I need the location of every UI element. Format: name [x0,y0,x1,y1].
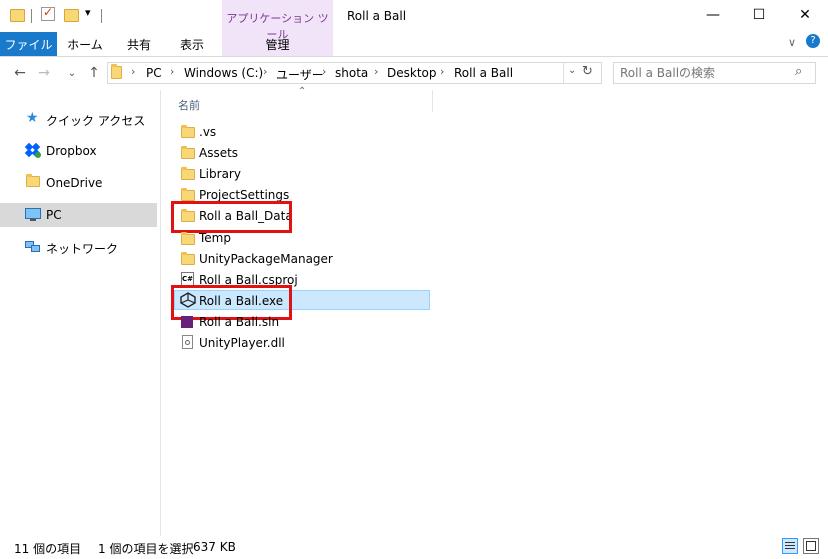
folder-icon [181,125,195,138]
folder-icon [181,188,195,201]
nav-item-label: クイック アクセス [46,114,146,128]
sort-ascending-icon: ⌃ [298,86,307,97]
tab-manage[interactable]: 管理 [222,32,333,56]
close-icon: ✕ [799,7,811,23]
breadcrumb-separator: › [263,65,268,78]
separator [101,9,102,23]
file-name: Assets [199,146,239,160]
pc-icon [25,208,41,221]
nav-item-pc[interactable] [0,203,157,227]
tab-file[interactable]: ファイル [0,32,57,56]
help-icon[interactable]: ? [806,34,820,48]
file-name: Library [199,167,241,181]
breadcrumb-separator: › [440,65,445,78]
status-item-count: 11 個の項目 [14,542,82,556]
separator [31,9,32,23]
column-divider[interactable] [432,90,433,112]
minimize-button[interactable]: — [690,0,736,30]
folder-icon [26,174,40,187]
properties-icon[interactable]: ✓ [41,5,55,21]
breadcrumb-separator: › [131,65,136,78]
new-folder-icon[interactable] [64,9,79,22]
refresh-icon[interactable]: ↻ [582,64,593,79]
nav-item-label: ネットワーク [46,242,119,256]
nav-item-label: Dropbox [46,144,97,158]
maximize-icon: ☐ [752,7,766,23]
forward-arrow-icon: → [38,65,50,81]
tab-view[interactable]: 表示 [170,32,214,56]
large-icons-view-button[interactable] [803,538,819,554]
file-name: Temp [199,231,231,245]
close-button[interactable]: ✕ [782,0,828,30]
folder-icon [181,252,195,265]
folder-icon [181,146,195,159]
folder-icon [181,232,195,245]
breadcrumb-desktop[interactable]: Desktop [387,66,437,80]
expand-ribbon-icon[interactable]: ∨ [788,36,796,49]
breadcrumb-roll-a-ball[interactable]: Roll a Ball [454,66,513,80]
customize-quick-access-icon[interactable]: ▾ [85,6,91,19]
address-history-chevron-icon[interactable]: ⌄ [568,65,576,76]
folder-icon [181,167,195,180]
chevron-down-icon: ⌄ [67,67,77,79]
file-name: UnityPlayer.dll [199,336,285,350]
divider [563,63,564,83]
breadcrumb-separator: › [170,65,175,78]
breadcrumb-separator: › [374,65,379,78]
up-button[interactable]: ↑ [84,64,104,82]
dropbox-icon [24,142,41,158]
file-name: ProjectSettings [199,188,290,202]
recent-locations-button[interactable]: ⌄ [62,64,82,82]
breadcrumb-windows[interactable]: Windows (C:) [184,66,263,80]
forward-button[interactable]: → [34,64,54,82]
network-icon [25,239,41,253]
back-button[interactable]: ← [10,64,30,82]
star-icon: ★ [26,110,39,126]
search-input[interactable] [620,64,790,81]
status-size: 637 KB [193,540,236,554]
maximize-button[interactable]: ☐ [736,0,782,30]
details-view-button[interactable] [782,538,798,554]
minimize-icon: — [706,7,720,23]
breadcrumb-shota[interactable]: shota [335,66,368,80]
dll-file-icon [182,335,193,349]
tab-home[interactable]: ホーム [63,32,107,56]
file-name: Roll a Ball.sln [199,315,280,329]
nav-item-label: OneDrive [46,176,103,190]
file-name: .vs [199,125,217,139]
window-title: Roll a Ball [347,9,407,23]
column-header-name[interactable]: 名前 [178,97,200,113]
tab-share[interactable]: 共有 [117,32,161,56]
breadcrumb-separator: › [322,65,327,78]
back-arrow-icon: ← [14,65,26,81]
nav-item-label: PC [46,208,62,222]
folder-icon[interactable] [10,9,25,22]
search-icon[interactable]: ⌕ [795,64,802,79]
file-name: UnityPackageManager [199,252,333,266]
up-arrow-icon: ↑ [88,65,100,81]
status-selection: 1 個の項目を選択 [98,542,194,556]
visual-studio-icon [181,316,193,328]
breadcrumb-pc[interactable]: PC [146,66,162,80]
csharp-file-icon: C# [181,272,194,286]
address-folder-icon [111,64,122,79]
breadcrumb-users[interactable]: ユーザー [276,66,324,83]
